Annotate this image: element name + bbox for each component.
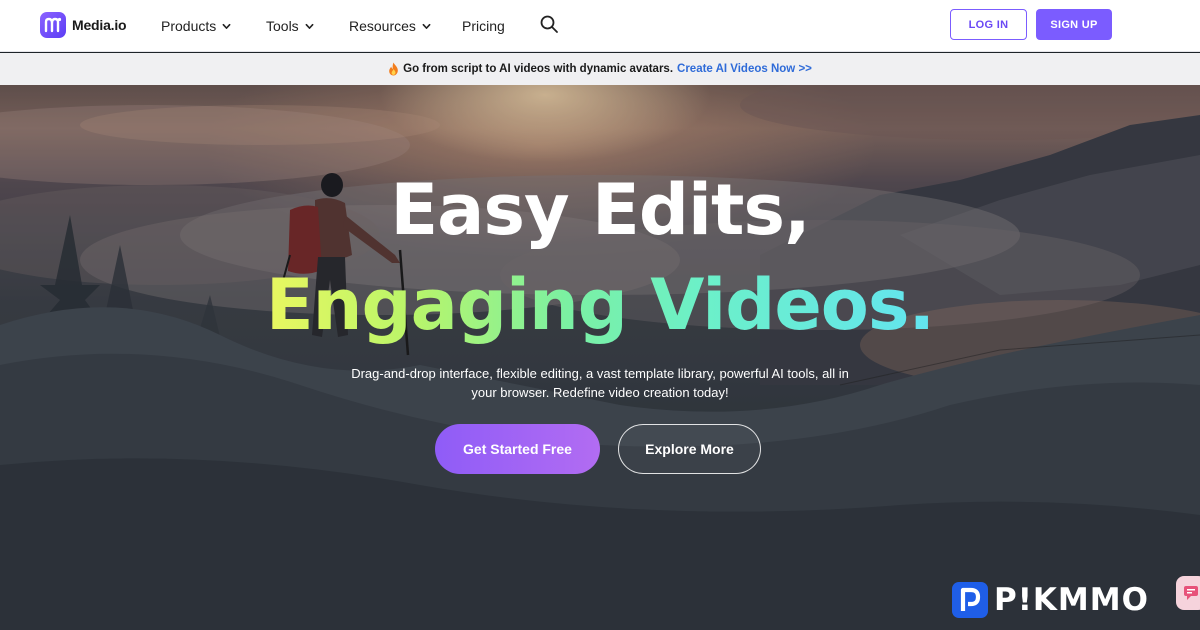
fire-icon [389,62,398,76]
promo-link[interactable]: Create AI Videos Now >> [677,63,812,75]
nav-tools-label: Tools [266,18,299,34]
hero-title-gradient-text: Engaging Videos. [265,264,935,346]
chat-bubble-icon [1184,586,1198,600]
nav-tools[interactable]: Tools [266,18,314,34]
nav-pricing-label: Pricing [462,18,505,34]
nav-resources[interactable]: Resources [349,18,431,34]
promo-text: Go from script to AI videos with dynamic… [403,63,674,75]
hero-subtitle: Drag-and-drop interface, flexible editin… [351,366,849,400]
promo-banner: Go from script to AI videos with dynamic… [0,53,1200,85]
signup-button[interactable]: SIGN UP [1036,9,1112,40]
watermark-text: P!KMMO [994,582,1149,618]
hero-overlay [0,85,1200,630]
media-io-logo-icon [40,12,66,38]
logo-text: Media.io [72,17,127,33]
hero-title-line2: Engaging Videos. [0,265,1200,345]
logo[interactable]: Media.io [40,12,127,38]
hero-section: Easy Edits, Engaging Videos. Drag-and-dr… [0,85,1200,630]
watermark: P!KMMO [952,575,1182,625]
hero-title-line1: Easy Edits, [390,169,810,251]
login-button[interactable]: LOG IN [950,9,1027,40]
nav-products[interactable]: Products [161,18,231,34]
chat-bubble-button[interactable] [1176,576,1200,610]
chevron-down-icon [222,23,231,29]
explore-more-button[interactable]: Explore More [618,424,761,474]
nav-resources-label: Resources [349,18,416,34]
watermark-logo-icon [952,582,988,618]
chevron-down-icon [422,23,431,29]
chevron-down-icon [305,23,314,29]
search-icon[interactable] [539,14,559,34]
site-header: Media.io Products Tools Resources Pricin… [0,0,1200,52]
nav-pricing[interactable]: Pricing [462,18,505,34]
get-started-button[interactable]: Get Started Free [435,424,600,474]
nav-products-label: Products [161,18,217,34]
